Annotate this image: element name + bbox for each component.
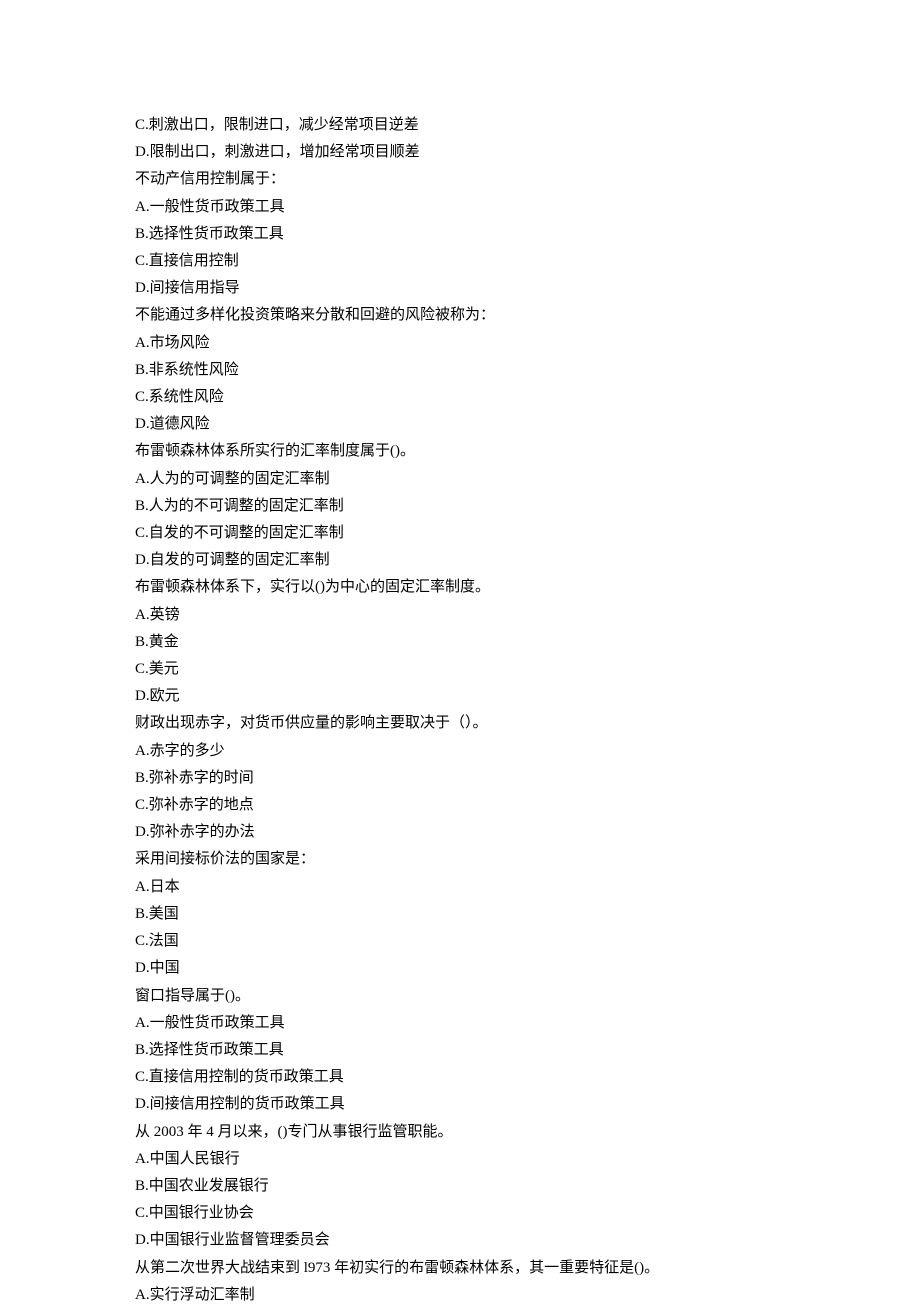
text-line: D.间接信用控制的货币政策工具: [135, 1091, 785, 1118]
text-line: B.弥补赤字的时间: [135, 765, 785, 792]
text-line: 财政出现赤字，对货币供应量的影响主要取决于（）。: [135, 710, 785, 737]
text-line: D.中国银行业监督管理委员会: [135, 1227, 785, 1254]
text-line: D.中国: [135, 955, 785, 982]
text-line: D.道德风险: [135, 411, 785, 438]
document-page: C.刺激出口，限制进口，减少经常项目逆差 D.限制出口，刺激进口，增加经常项目顺…: [0, 0, 920, 1309]
text-line: D.欧元: [135, 683, 785, 710]
text-line: D.弥补赤字的办法: [135, 819, 785, 846]
text-line: 窗口指导属于()。: [135, 983, 785, 1010]
text-line: C.中国银行业协会: [135, 1200, 785, 1227]
text-line: D.限制出口，刺激进口，增加经常项目顺差: [135, 139, 785, 166]
text-line: C.弥补赤字的地点: [135, 792, 785, 819]
text-line: C.刺激出口，限制进口，减少经常项目逆差: [135, 112, 785, 139]
text-line: B.选择性货币政策工具: [135, 1037, 785, 1064]
text-line: 布雷顿森林体系所实行的汇率制度属于()。: [135, 438, 785, 465]
text-line: 从 2003 年 4 月以来，()专门从事银行监管职能。: [135, 1119, 785, 1146]
text-line: B.美国: [135, 901, 785, 928]
text-line: C.直接信用控制的货币政策工具: [135, 1064, 785, 1091]
text-line: 从第二次世界大战结束到 l973 年初实行的布雷顿森林体系，其一重要特征是()。: [135, 1255, 785, 1282]
text-line: A.一般性货币政策工具: [135, 1010, 785, 1037]
text-line: 布雷顿森林体系下，实行以()为中心的固定汇率制度。: [135, 574, 785, 601]
text-line: A.赤字的多少: [135, 738, 785, 765]
text-line: 不动产信用控制属于：: [135, 166, 785, 193]
text-line: 采用间接标价法的国家是：: [135, 846, 785, 873]
text-line: B.选择性货币政策工具: [135, 221, 785, 248]
text-line: A.中国人民银行: [135, 1146, 785, 1173]
text-line: B.中国农业发展银行: [135, 1173, 785, 1200]
text-line: B.非系统性风险: [135, 357, 785, 384]
text-line: A.英镑: [135, 602, 785, 629]
text-line: 不能通过多样化投资策略来分散和回避的风险被称为：: [135, 302, 785, 329]
text-line: A.一般性货币政策工具: [135, 194, 785, 221]
text-line: D.间接信用指导: [135, 275, 785, 302]
text-line: B.黄金: [135, 629, 785, 656]
text-line: A.日本: [135, 874, 785, 901]
text-line: A.人为的可调整的固定汇率制: [135, 466, 785, 493]
text-line: A.市场风险: [135, 330, 785, 357]
text-line: C.自发的不可调整的固定汇率制: [135, 520, 785, 547]
text-line: C.直接信用控制: [135, 248, 785, 275]
text-line: C.美元: [135, 656, 785, 683]
text-line: B.人为的不可调整的固定汇率制: [135, 493, 785, 520]
text-line: C.法国: [135, 928, 785, 955]
text-line: C.系统性风险: [135, 384, 785, 411]
text-line: D.自发的可调整的固定汇率制: [135, 547, 785, 574]
text-line: A.实行浮动汇率制: [135, 1282, 785, 1309]
